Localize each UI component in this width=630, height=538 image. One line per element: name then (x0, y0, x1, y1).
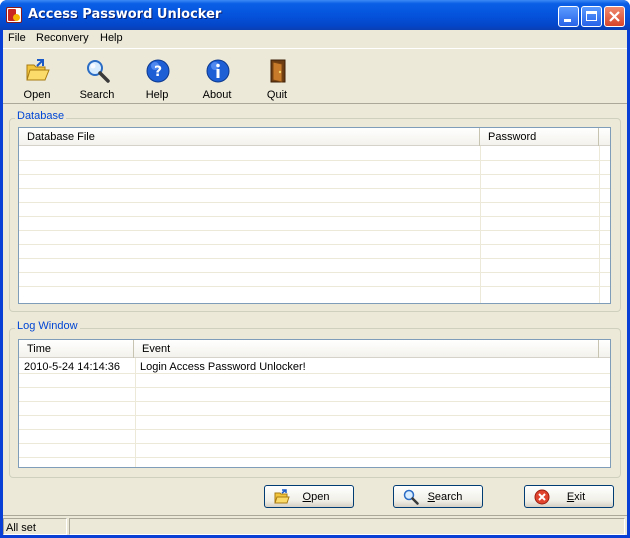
log-row-time[interactable]: 2010-5-24 14:14:36 (24, 361, 120, 373)
exit-button-label: Exit (525, 491, 613, 503)
grid-line (19, 415, 610, 416)
log-group-title: Log Window (15, 320, 80, 332)
close-icon (609, 11, 620, 22)
database-list[interactable]: Database File Password (18, 127, 611, 304)
close-button[interactable] (604, 6, 625, 27)
grid-line (19, 387, 610, 388)
column-divider (480, 146, 481, 303)
grid-line (19, 443, 610, 444)
grid-line (19, 401, 610, 402)
toolbar-quit-label: Quit (266, 89, 288, 101)
grid-line (19, 230, 610, 231)
database-group-title: Database (15, 110, 67, 122)
minimize-icon (564, 19, 571, 22)
open-label-rest: pen (311, 491, 330, 503)
window-title: Access Password Unlocker (28, 7, 222, 22)
app-icon[interactable] (6, 7, 22, 23)
exit-button[interactable]: Exit (524, 485, 614, 508)
grid-line (19, 160, 610, 161)
search-mnemonic: S (427, 491, 435, 503)
log-list-header: Time Event (19, 340, 610, 358)
open-button[interactable]: Open (264, 485, 354, 508)
status-text: All set (6, 522, 36, 534)
exit-label-rest: xit (574, 491, 586, 503)
search-button-label: Search (394, 491, 482, 503)
toolbar-search-label: Search (79, 89, 115, 101)
svg-text:?: ? (154, 64, 162, 80)
database-list-header: Database File Password (19, 128, 610, 146)
grid-line (19, 429, 610, 430)
open-folder-icon (26, 59, 50, 81)
title-bar[interactable]: Access Password Unlocker (0, 0, 630, 30)
search-icon (87, 60, 110, 83)
column-divider (599, 146, 600, 303)
app-window: Access Password Unlocker File Reconvery … (0, 0, 630, 538)
column-password[interactable]: Password (480, 128, 599, 146)
log-list[interactable]: Time Event 2010-5-24 14:14:36 Login Acce… (18, 339, 611, 468)
search-button[interactable]: Search (393, 485, 483, 508)
column-time[interactable]: Time (19, 340, 134, 358)
toolbar-open-label: Open (23, 89, 51, 101)
client-area: File Reconvery Help Open Search ? Help A… (3, 30, 627, 535)
column-event[interactable]: Event (134, 340, 599, 358)
menu-recovery[interactable]: Reconvery (33, 32, 92, 44)
open-mnemonic: O (302, 491, 312, 503)
grid-line (19, 457, 610, 458)
toolbar-open-button[interactable]: Open (11, 52, 63, 102)
column-divider (135, 358, 136, 467)
open-button-label: Open (265, 491, 353, 503)
status-pane-secondary (69, 518, 625, 535)
help-icon: ? (146, 59, 170, 83)
grid-line (19, 202, 610, 203)
grid-line (19, 258, 610, 259)
door-exit-icon (270, 59, 286, 83)
grid-line (19, 244, 610, 245)
toolbar: Open Search ? Help About Quit (3, 48, 627, 104)
toolbar-help-button[interactable]: ? Help (131, 52, 183, 102)
grid-line (19, 286, 610, 287)
toolbar-search-button[interactable]: Search (71, 52, 123, 102)
toolbar-about-label: About (202, 89, 232, 101)
toolbar-about-button[interactable]: About (191, 52, 243, 102)
menu-bar: File Reconvery Help (3, 30, 627, 48)
maximize-icon (586, 11, 597, 21)
toolbar-help-label: Help (145, 89, 169, 101)
grid-line (19, 373, 610, 374)
status-pane-main: All set (3, 518, 67, 535)
menu-file[interactable]: File (5, 32, 29, 44)
search-label-rest: earch (434, 491, 463, 503)
menu-help[interactable]: Help (97, 32, 126, 44)
grid-line (19, 216, 610, 217)
status-bar: All set (3, 515, 627, 535)
grid-line (19, 174, 610, 175)
toolbar-quit-button[interactable]: Quit (251, 52, 303, 102)
grid-line (19, 272, 610, 273)
grid-line (19, 188, 610, 189)
column-database-file[interactable]: Database File (19, 128, 480, 146)
maximize-button[interactable] (581, 6, 602, 27)
info-icon (206, 59, 230, 83)
minimize-button[interactable] (558, 6, 579, 27)
log-row-event[interactable]: Login Access Password Unlocker! (140, 361, 306, 373)
